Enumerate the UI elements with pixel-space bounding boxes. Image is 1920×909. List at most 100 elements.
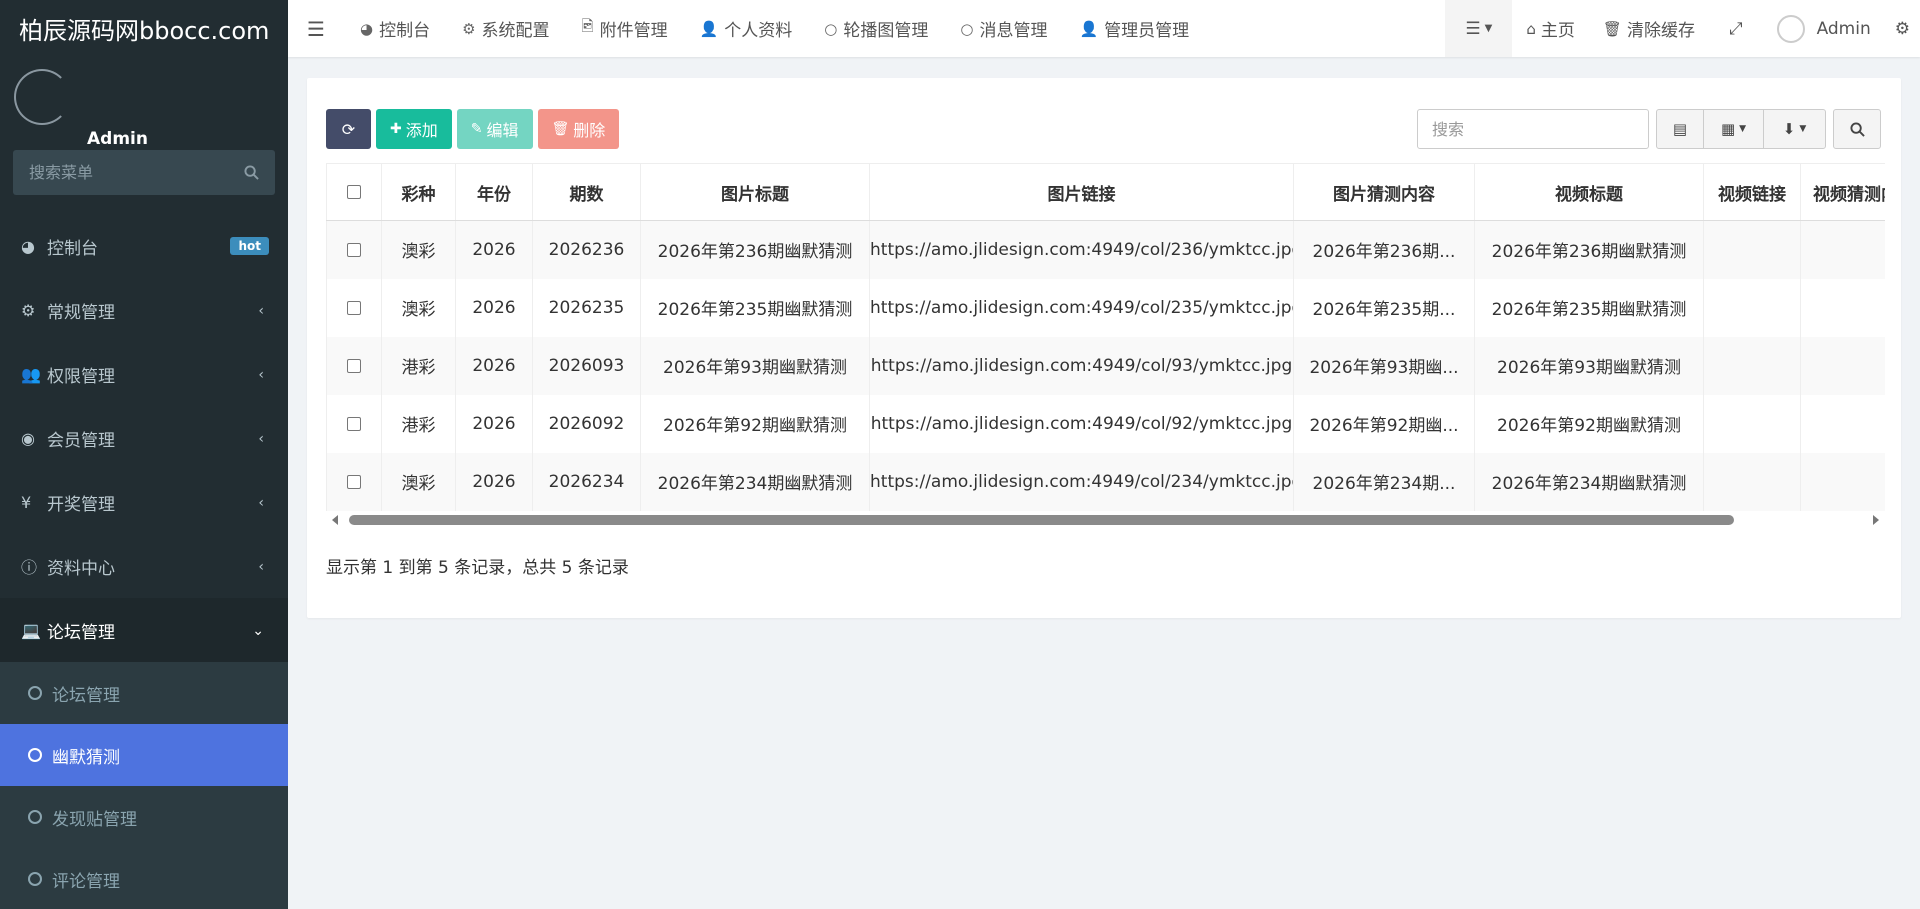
table-cell: 2026年第92期幽默猜测 [640,394,870,453]
content-panel: ⟳ ✚添加 ✎编辑 🗑删除 ▤ ▦▼ ⬇▼ 彩种 年份 [307,78,1901,618]
table-body: 澳彩 2026 2026236 2026年第236期幽默猜测 https://a… [326,220,1885,511]
select-all-checkbox[interactable] [347,185,361,199]
clear-cache-button[interactable]: 🗑 清除缓存 [1589,0,1709,57]
submenu-item-discover[interactable]: 发现贴管理 [0,786,288,848]
refresh-button[interactable]: ⟳ [326,109,371,149]
sidebar-item-resources[interactable]: ⓘ 资料中心 ‹ [0,534,288,598]
circle-icon [28,686,42,700]
menu-search-input[interactable] [29,163,229,182]
search-icon[interactable] [244,165,259,180]
nav-tab-carousel[interactable]: ○ 轮播图管理 [808,0,944,57]
caret-down-icon: ▼ [1484,23,1493,34]
table-cell [1800,452,1885,511]
sidebar-item-forum[interactable]: 💻 论坛管理 ⌄ [0,598,288,662]
row-select-cell [326,336,382,395]
table-row[interactable]: 澳彩 2026 2026236 2026年第236期幽默猜测 https://a… [326,220,1885,279]
scrollbar-thumb[interactable] [349,515,1734,525]
table-cell: 2026年第92期幽... [1293,394,1475,453]
add-button[interactable]: ✚ 添加 [376,109,452,149]
sidebar-menu: ◕ 控制台 hot ⚙ 常规管理 ‹ 👥 权限管理 ‹ ◉ 会员管理 ‹ ¥ 开… [0,214,288,909]
dashboard-icon: ◕ [21,236,35,256]
column-header[interactable]: 彩种 [381,163,456,221]
nav-tab-message[interactable]: ○ 消息管理 [944,0,1063,57]
sidebar-item-dashboard[interactable]: ◕ 控制台 hot [0,214,288,278]
pagination-info: 显示第 1 到第 5 条记录，总共 5 条记录 [326,558,629,578]
submenu-item-comments[interactable]: 评论管理 [0,848,288,909]
table-cell: 2026年第92期幽默猜测 [1474,394,1704,453]
submenu-item-forum[interactable]: 论坛管理 [0,662,288,724]
trash-icon: 🗑 [551,121,570,137]
nav-tab-profile[interactable]: 👤 个人资料 [684,0,809,57]
chevron-left-icon: ‹ [258,303,264,319]
row-checkbox[interactable] [347,300,361,315]
caret-down-icon: ▼ [1799,124,1807,134]
cogs-icon: ⚙ [21,300,36,320]
table-row[interactable]: 港彩 2026 2026092 2026年第92期幽默猜测 https://am… [326,394,1885,453]
sidebar-item-general[interactable]: ⚙ 常规管理 ‹ [0,278,288,342]
sidebar-toggle-button[interactable]: ☰ [288,0,344,57]
column-header[interactable]: 视频链接 [1703,163,1801,221]
table-cell: 2026 [455,336,533,395]
fullscreen-button[interactable]: ⤢ [1709,0,1763,57]
circle-icon: ○ [960,19,974,38]
search-button[interactable] [1833,109,1881,149]
chevron-left-icon: ‹ [258,559,264,575]
nav-tab-label: 系统配置 [481,21,550,41]
table-cell: https://amo.jlidesign.com:4949/col/234/y… [869,452,1294,511]
table-cell [1703,394,1801,453]
table-row[interactable]: 港彩 2026 2026093 2026年第93期幽默猜测 https://am… [326,336,1885,395]
sidebar-item-label: 会员管理 [47,430,115,451]
column-header[interactable]: 图片链接 [869,163,1294,221]
scroll-right-icon[interactable] [1873,515,1879,525]
table-cell: https://amo.jlidesign.com:4949/col/92/ym… [869,394,1294,453]
table-cell [1800,278,1885,337]
expand-icon: ⤢ [1728,18,1743,39]
nav-tab-dashboard[interactable]: ◕ 控制台 [344,0,446,57]
sidebar-item-label: 权限管理 [47,366,115,387]
sidebar-item-lottery[interactable]: ¥ 开奖管理 ‹ [0,470,288,534]
table-toolbar: ⟳ ✚ 添加 ✎ 编辑 🗑 删除 [326,109,620,149]
nav-tab-attachment[interactable]: 🖻 附件管理 [566,0,684,57]
column-header[interactable]: 图片标题 [640,163,870,221]
row-checkbox[interactable] [347,242,361,257]
nav-tab-config[interactable]: ⚙ 系统配置 [446,0,565,57]
row-checkbox[interactable] [347,416,361,431]
sidebar-item-label: 开奖管理 [47,494,115,515]
table-cell: 2026年第235期幽默猜测 [640,278,870,337]
table-cell: 2026年第236期幽默猜测 [640,220,870,279]
table-row[interactable]: 澳彩 2026 2026234 2026年第234期幽默猜测 https://a… [326,452,1885,511]
column-header[interactable]: 图片猜测内容 [1293,163,1475,221]
table-cell: https://amo.jlidesign.com:4949/col/236/y… [869,220,1294,279]
clear-cache-label: 清除缓存 [1626,21,1695,41]
nav-tab-admin[interactable]: 👤 管理员管理 [1063,0,1205,57]
table-cell [1800,220,1885,279]
sidebar-item-member[interactable]: ◉ 会员管理 ‹ [0,406,288,470]
column-header[interactable]: 视频猜测内容 [1800,163,1885,221]
tabs-dropdown-button[interactable]: ☰ ▼ [1445,0,1513,57]
row-checkbox[interactable] [347,474,361,489]
home-button[interactable]: ⌂ 主页 [1512,0,1589,57]
column-header[interactable]: 年份 [455,163,533,221]
table-search-input[interactable] [1417,109,1649,149]
grid-icon: ▦ [1720,120,1736,138]
row-checkbox[interactable] [347,358,361,373]
table-cell: 2026年第234期幽默猜测 [1474,452,1704,511]
submenu-item-humor-guess[interactable]: 幽默猜测 [0,724,288,786]
site-logo[interactable]: 柏辰源码网bbocc.com [0,0,288,57]
card-view-button[interactable]: ▤ [1656,109,1704,149]
sidebar-item-permission[interactable]: 👥 权限管理 ‹ [0,342,288,406]
edit-button[interactable]: ✎ 编辑 [456,109,533,149]
admin-menu-button[interactable]: Admin [1763,0,1885,57]
avatar [14,69,70,125]
export-button[interactable]: ⬇ ▼ [1763,109,1826,149]
delete-button[interactable]: 🗑 删除 [537,109,620,149]
column-header[interactable]: 期数 [532,163,641,221]
settings-button[interactable]: ⚙ [1885,0,1920,57]
dashboard-icon: ◕ [360,19,374,38]
columns-button[interactable]: ▦ ▼ [1703,109,1764,149]
horizontal-scrollbar[interactable] [326,510,1885,530]
table-cell: https://amo.jlidesign.com:4949/col/93/ym… [869,336,1294,395]
scroll-left-icon[interactable] [332,515,338,525]
column-header[interactable]: 视频标题 [1474,163,1704,221]
table-row[interactable]: 澳彩 2026 2026235 2026年第235期幽默猜测 https://a… [326,278,1885,337]
